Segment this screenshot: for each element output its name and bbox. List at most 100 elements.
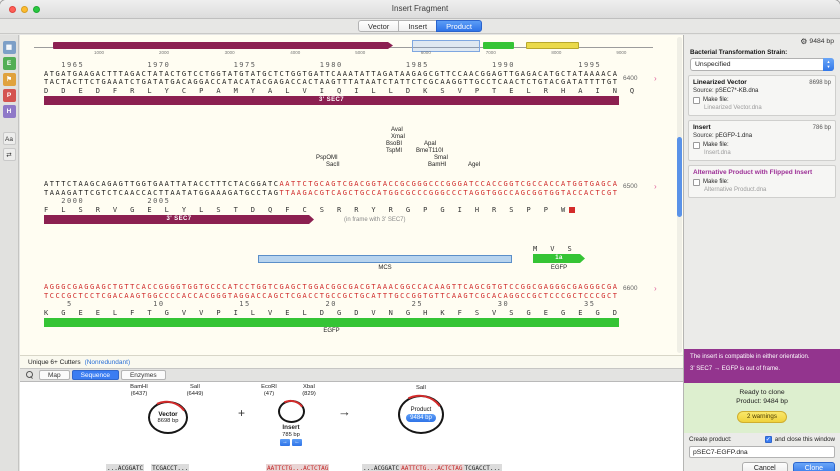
tab-map[interactable]: Map [39,370,70,380]
enzyme-label-bsobi[interactable]: BsoBI [386,141,402,148]
tab-sequence[interactable]: Sequence [72,370,119,380]
feature-bar-row: 3' SEC7 (in frame with 3' SEC7) [44,214,619,225]
egfp-feature-bar[interactable] [44,318,619,327]
egfp-start-translation: M V S [533,245,573,254]
ready-to-clone-box: Ready to clone Product: 9484 bp 2 warnin… [684,383,840,433]
scrollbar-thumb[interactable] [677,137,682,217]
mcs-feature-label: MCS [258,265,512,271]
top-strand-insert-part: AATTCTGCAGTCGACGGTACCGCGGGCCCGGGATCCACCG… [280,180,619,188]
aa-number-row: 1965 1970 1975 1980 1985 1990 1995 [44,61,619,70]
top-strand[interactable]: ATGATGAAGACTTTAGACTATACTGTCCTGGTATGTATGC… [44,70,619,79]
plus-sign: + [238,406,245,420]
tab-insert[interactable]: Insert [398,20,437,32]
ruler-tick: 6000 [421,50,431,55]
insert-forward-arrow[interactable]: → [280,439,290,446]
enzyme-label-smai[interactable]: SmaI [434,155,448,162]
enzyme-label-tspmi[interactable]: TspMI [386,148,402,155]
make-file-checkbox[interactable] [693,179,700,186]
top-strand[interactable]: ATTTCTAAGCAGAGTTGGTGAATTATACCTTTCTACGGAT… [44,180,619,189]
close-button[interactable] [9,6,16,13]
source-row: Source: pSEC7*-KB.dna [693,88,831,94]
make-file-checkbox[interactable] [693,97,700,104]
bottom-strand[interactable]: TCCCGCTCCTCGACAAGTGGCCCCACCACGGGTAGGACCA… [44,292,619,301]
stepper-down-icon: ▼ [827,64,831,69]
enzyme-label-bamhi[interactable]: BamHI [428,162,446,169]
seq-chunk: ...ACGGATC [362,464,400,471]
seq-chunk: AATTCTG...ACTCTAG [266,464,329,471]
ruler-sec7-feature [53,42,393,49]
strain-label: Bacterial Transformation Strain: [690,49,834,56]
enzyme-label-xmai[interactable]: XmaI [391,134,405,141]
gear-icon[interactable]: ⚙ [800,37,807,46]
ruler-tick: 1000 [94,50,104,55]
section-size: 786 bp [813,125,831,131]
make-file-checkbox[interactable] [693,142,700,149]
source-filename: pEGFP-1.dna [715,133,752,139]
enzyme-label-avai[interactable]: AvaI [391,127,403,134]
map-tool-icon[interactable]: ▦ [3,41,16,54]
vertical-scrollbar[interactable] [677,37,682,353]
features-tool-icon[interactable]: ⚑ [3,73,16,86]
bottom-strand[interactable]: TAAAGATTCGTCTCAACCACTTAATATGGAAAGATGCCTA… [44,189,619,198]
ruler-tick: 9000 [616,50,626,55]
titlebar: Insert Fragment [0,0,840,19]
main-area: ▦ E ⚑ P H Aa ⇄ 1000 2000 3000 [0,35,840,471]
source-label: Source: [693,88,714,94]
warnings-button[interactable]: 2 warnings [737,411,787,423]
cancel-button[interactable]: Cancel [742,462,788,471]
enzyme-set-row: Unique 6+ Cutters (Nonredundant) [20,355,683,368]
enzyme-label-sacii[interactable]: SacII [326,162,340,169]
make-file-row: Make file: [693,142,831,149]
mcs-feature-bar[interactable] [258,255,512,263]
minimize-button[interactable] [21,6,28,13]
translation-tool-icon[interactable]: Aa [3,132,16,145]
vector-seq-top: ...ACGGATCTCGACCT... [106,464,189,471]
align-tool-icon[interactable]: ⇄ [3,148,16,161]
stepper-icon[interactable]: ▲ ▼ [823,58,834,71]
site-name: SalI [402,385,440,392]
insert-section: Insert 786 bp Source: pEGFP-1.dna Make f… [688,120,836,161]
product-filename-input[interactable] [689,446,835,458]
zoom-button[interactable] [33,6,40,13]
top-strand[interactable]: AGGGCGAGGAGCTGTTCACCGGGGTGGTGCCCATCCTGGT… [44,283,619,292]
aa-number-row: 5 10 15 20 25 30 35 [44,300,619,309]
view-mode-segmented-control: Vector Insert Product [358,20,482,32]
vector-size: 8698 bp [158,418,179,424]
search-icon[interactable] [26,371,34,379]
vector-site1-label: BamHI (6437) [120,384,158,397]
enzyme-label-map: AvaI XmaI BsoBI ApaI TspMI BmeT110I PspO… [44,125,619,171]
product-plasmid-map: Product 9484 bp [398,395,444,434]
product-size-row: ⚙9484 bp [684,35,840,46]
enzyme-set-link[interactable]: (Nonredundant) [85,359,131,366]
seq-chunk: ...ACGGATC [106,464,144,471]
ruler-tick: 5000 [355,50,365,55]
sequence-panel: 1000 2000 3000 4000 5000 6000 7000 8000 … [20,35,683,381]
bottom-strand[interactable]: TACTACTTCTGAAATCTGATATGACAGGACCATACATACG… [44,78,619,87]
tab-product[interactable]: Product [436,20,482,32]
enzyme-set-label[interactable]: Unique 6+ Cutters [28,359,81,366]
enzymes-tool-icon[interactable]: E [3,57,16,70]
sec7-feature-bar[interactable]: 3' SEC7 [44,96,619,105]
sequence-view[interactable]: 1000 2000 3000 4000 5000 6000 7000 8000 … [20,35,683,355]
insert-reverse-arrow[interactable]: ← [292,439,302,446]
primers-tool-icon[interactable]: P [3,89,16,102]
aa-number-row: 2000 2005 [44,197,619,206]
sec7-feature-bar[interactable]: 3' SEC7 [44,215,314,224]
enzyme-label-agei[interactable]: AgeI [468,162,480,169]
overview-ruler[interactable]: 1000 2000 3000 4000 5000 6000 7000 8000 … [34,39,653,57]
close-window-checkbox[interactable]: ✓ [765,436,772,443]
history-tool-icon[interactable]: H [3,105,16,118]
enzyme-label-apai[interactable]: ApaI [424,141,436,148]
product-site-label: SalI [402,385,440,392]
site-position: (6449) [176,391,214,398]
top-strand-vector-part: ATTTCTAAGCAGAGTTGGTGAATTATACCTTTCTACGGAT… [44,180,280,188]
close-window-option[interactable]: ✓ and close this window [765,436,835,443]
enzyme-label-bmet110i[interactable]: BmeT110I [416,148,443,155]
egfp-feature-bar-start[interactable]: 1a [533,254,585,263]
tab-enzymes[interactable]: Enzymes [121,370,166,380]
tab-vector[interactable]: Vector [358,20,399,32]
strain-select[interactable]: Unspecified ▲ ▼ [690,58,834,71]
egfp-feature-label: EGFP [44,328,619,334]
enzyme-label-pspomi[interactable]: PspOMI [316,155,338,162]
clone-button[interactable]: Clone [793,462,835,471]
